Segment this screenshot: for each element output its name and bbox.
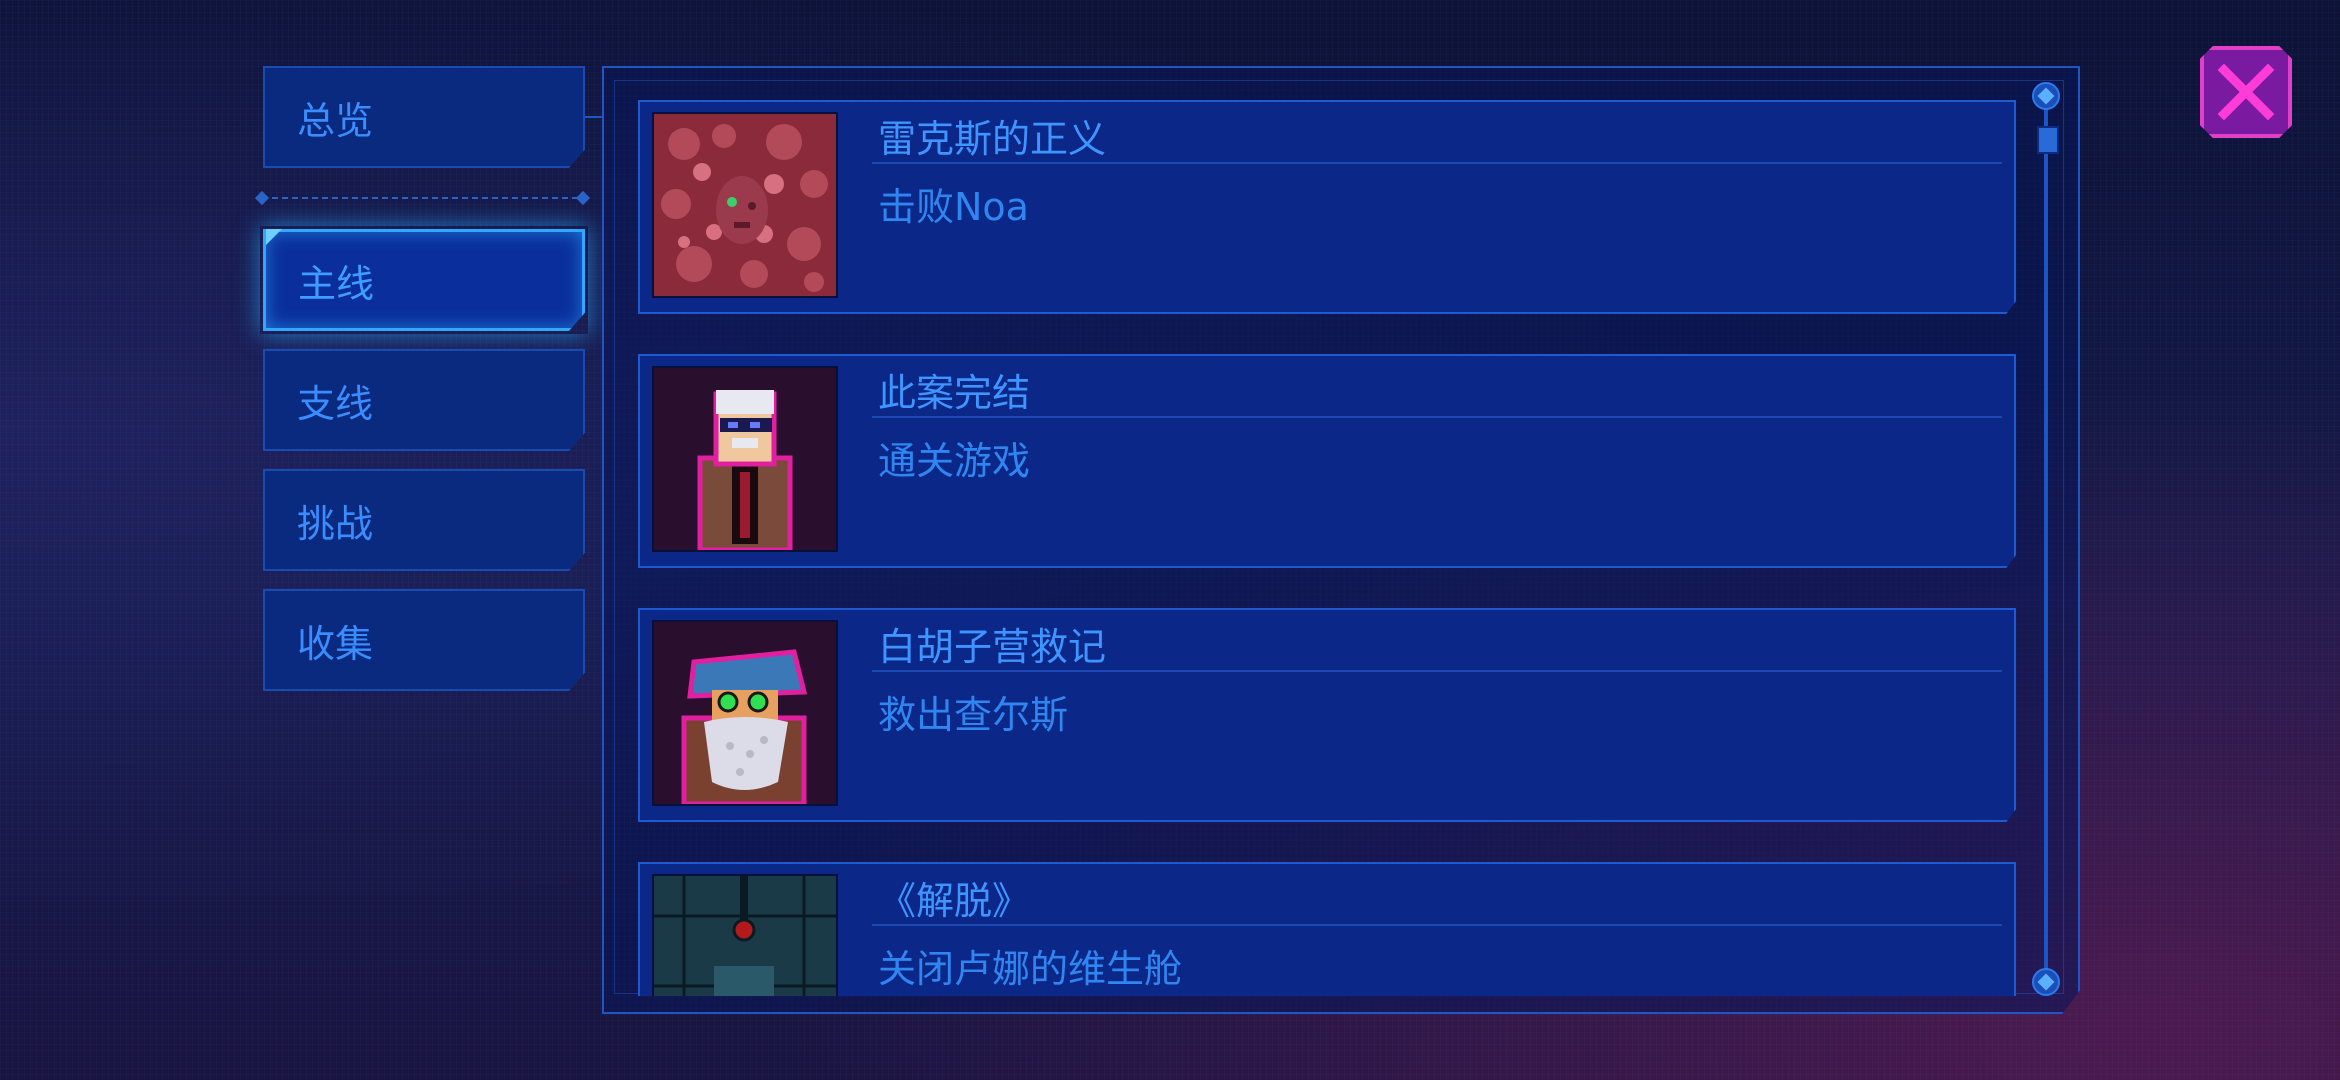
tab-challenge[interactable]: 挑战 [263, 469, 585, 571]
tab-collect-label: 收集 [297, 621, 374, 666]
scroll-up-icon[interactable] [2032, 82, 2060, 110]
achievement-title: 白胡子营救记 [878, 625, 1107, 669]
active-corner-marker [266, 229, 282, 245]
achievement-description: 击败Noa [878, 185, 1029, 229]
achievement-list[interactable]: 雷克斯的正义 击败Noa 此案完结 通关游戏 白胡子营救记 救出查尔斯 《解脱》… [636, 96, 2018, 996]
achievement-separator [872, 416, 2002, 418]
bearded-old-man-portrait-icon [652, 620, 838, 806]
tab-challenge-label: 挑战 [297, 501, 374, 546]
scrollbar-track[interactable] [2044, 88, 2048, 988]
tab-overview[interactable]: 总览 [263, 66, 585, 168]
detective-portrait-icon [652, 366, 838, 552]
achievement-description: 关闭卢娜的维生舱 [878, 947, 1183, 991]
close-icon [2217, 63, 2275, 121]
nav-divider [262, 197, 586, 199]
noa-flesh-portrait-icon [652, 112, 838, 298]
life-pod-icon [652, 874, 838, 996]
achievement-separator [872, 670, 2002, 672]
tab-main[interactable]: 主线 [263, 229, 585, 331]
achievement-title: 雷克斯的正义 [878, 117, 1107, 161]
close-button[interactable] [2200, 46, 2292, 138]
achievement-description: 救出查尔斯 [878, 693, 1069, 737]
nav-connector [585, 116, 603, 118]
achievement-description: 通关游戏 [878, 439, 1031, 483]
achievement-card[interactable]: 此案完结 通关游戏 [638, 354, 2016, 568]
scrollbar-thumb[interactable] [2037, 126, 2059, 154]
achievement-card[interactable]: 雷克斯的正义 击败Noa [638, 100, 2016, 314]
achievement-separator [872, 924, 2002, 926]
scroll-down-icon[interactable] [2032, 968, 2060, 996]
tab-overview-label: 总览 [297, 98, 374, 143]
tab-side[interactable]: 支线 [263, 349, 585, 451]
achievement-card[interactable]: 白胡子营救记 救出查尔斯 [638, 608, 2016, 822]
tab-side-label: 支线 [297, 381, 374, 426]
achievement-card[interactable]: 《解脱》 关闭卢娜的维生舱 [638, 862, 2016, 996]
achievement-title: 《解脱》 [878, 879, 1031, 923]
achievement-separator [872, 162, 2002, 164]
tab-main-label: 主线 [298, 261, 375, 306]
tab-collect[interactable]: 收集 [263, 589, 585, 691]
achievement-title: 此案完结 [878, 371, 1031, 415]
